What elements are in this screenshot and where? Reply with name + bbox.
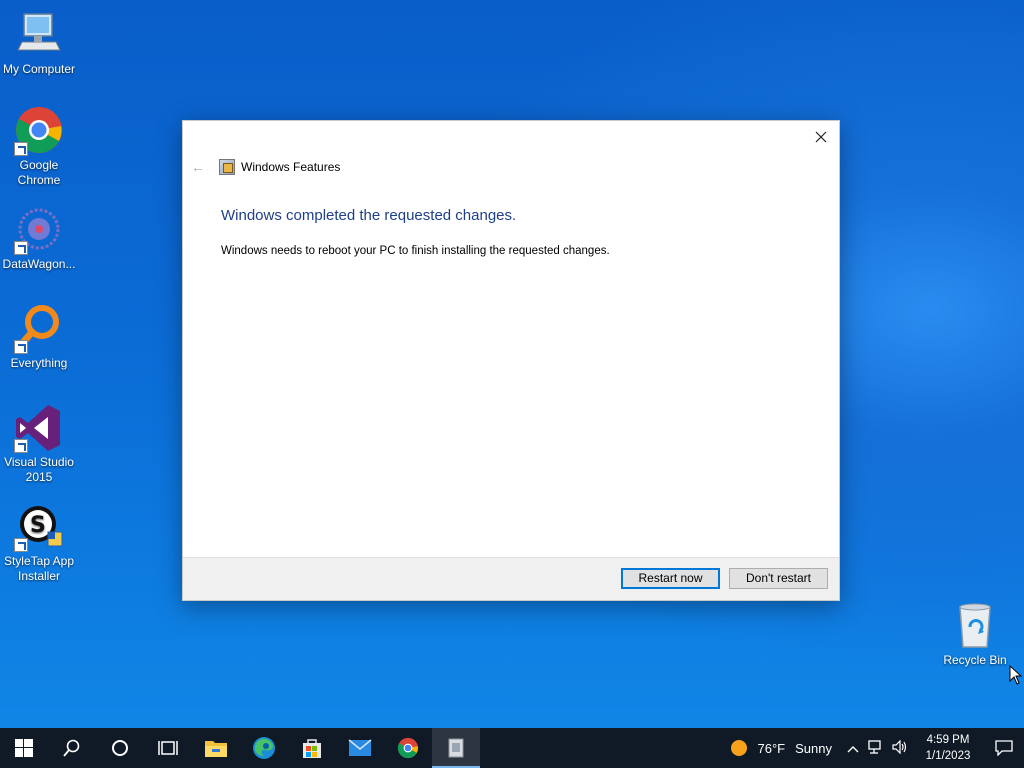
- dont-restart-button[interactable]: Don't restart: [729, 568, 828, 589]
- cortana-button[interactable]: [96, 728, 144, 768]
- store-icon: [303, 739, 321, 758]
- dialog-nav: ← Windows Features: [191, 158, 340, 176]
- everything-icon: [14, 304, 64, 354]
- styletap-icon: S: [14, 502, 64, 552]
- task-view-button[interactable]: [144, 728, 192, 768]
- clock-date: 1/1/2023: [925, 750, 971, 762]
- shortcut-arrow-icon: [14, 142, 28, 156]
- weather-widget[interactable]: 76°F Sunny: [730, 739, 832, 757]
- volume-icon[interactable]: [888, 739, 912, 757]
- windows-features-icon: [448, 738, 464, 758]
- desktop-icon-datawagon[interactable]: DataWagon...: [0, 205, 78, 272]
- chrome-taskbar-button[interactable]: [384, 728, 432, 768]
- desktop-icon-my-computer[interactable]: My Computer: [0, 10, 78, 77]
- chrome-icon: [397, 737, 419, 759]
- weather-condition: Sunny: [795, 740, 832, 756]
- shortcut-arrow-icon: [14, 439, 28, 453]
- edge-icon: [253, 737, 275, 759]
- shortcut-arrow-icon: [14, 241, 28, 255]
- svg-text:S: S: [30, 513, 46, 538]
- desktop-icon-google-chrome[interactable]: Google Chrome: [0, 106, 78, 188]
- action-center-button[interactable]: [984, 728, 1024, 768]
- mail-icon: [348, 739, 372, 756]
- notification-icon: [995, 740, 1013, 756]
- search-button[interactable]: [48, 728, 96, 768]
- desktop-icon-label: My Computer: [2, 62, 76, 76]
- desktop-icon-label: DataWagon...: [2, 257, 76, 271]
- dialog-title: Windows Features: [241, 160, 341, 174]
- dialog-footer: Restart now Don't restart: [183, 557, 839, 600]
- close-button[interactable]: [811, 127, 831, 147]
- weather-temp: 76°F: [757, 740, 786, 756]
- edge-button[interactable]: [240, 728, 288, 768]
- desktop-icon-label: Google Chrome: [17, 158, 61, 187]
- chevron-up-icon[interactable]: [842, 741, 864, 756]
- cortana-icon: [112, 740, 128, 756]
- clock[interactable]: 4:59 PM 1/1/2023: [918, 732, 978, 764]
- windows-features-taskbar-button[interactable]: [432, 728, 480, 768]
- desktop-icon-label: StyleTap App Installer: [3, 554, 75, 583]
- desktop-icon-styletap[interactable]: S StyleTap App Installer: [0, 502, 78, 584]
- close-icon: [815, 131, 827, 143]
- desktop-icon-label: Visual Studio 2015: [4, 455, 74, 484]
- clock-time: 4:59 PM: [926, 734, 970, 746]
- visual-studio-icon: [14, 403, 64, 453]
- start-icon: [15, 739, 33, 757]
- desktop-icon-everything[interactable]: Everything: [0, 304, 78, 371]
- file-explorer-icon: [205, 741, 227, 757]
- file-explorer-button[interactable]: [192, 728, 240, 768]
- taskbar: 76°F Sunny 4:59 PM 1/1/2023: [0, 728, 1024, 768]
- dialog-headline: Windows completed the requested changes.: [221, 207, 517, 224]
- restart-now-button[interactable]: Restart now: [621, 568, 720, 589]
- shortcut-arrow-icon: [14, 340, 28, 354]
- desktop-icon-visual-studio[interactable]: Visual Studio 2015: [0, 403, 78, 485]
- recycle-bin-icon: [950, 601, 1000, 651]
- dialog-message: Windows needs to reboot your PC to finis…: [221, 245, 610, 257]
- desktop-icon-label: Everything: [10, 356, 68, 370]
- system-tray: 76°F Sunny 4:59 PM 1/1/2023: [730, 728, 1024, 768]
- windows-features-icon: [219, 159, 235, 175]
- computer-icon: [14, 10, 64, 60]
- search-icon: [63, 739, 80, 757]
- network-icon[interactable]: [864, 739, 888, 757]
- sun-icon: [730, 740, 747, 756]
- datawagon-icon: [14, 205, 64, 255]
- back-arrow-icon[interactable]: ←: [191, 159, 205, 175]
- mouse-cursor-icon: [1009, 664, 1023, 690]
- desktop-icon-recycle-bin[interactable]: Recycle Bin: [936, 601, 1014, 668]
- mail-button[interactable]: [336, 728, 384, 768]
- windows-features-dialog: ← Windows Features Windows completed the…: [182, 120, 840, 601]
- task-view-icon: [158, 741, 178, 755]
- desktop-icon-label: Recycle Bin: [943, 653, 1007, 667]
- start-button[interactable]: [0, 728, 48, 768]
- store-button[interactable]: [288, 728, 336, 768]
- shortcut-arrow-icon: [14, 538, 28, 552]
- chrome-icon: [14, 106, 64, 156]
